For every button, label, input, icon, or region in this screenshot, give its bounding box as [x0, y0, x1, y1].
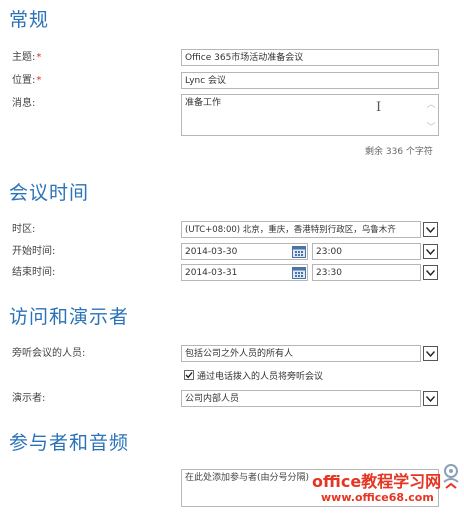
- checkmark-icon: [185, 372, 193, 379]
- character-counter: 剩余 336 个字符: [365, 147, 433, 157]
- chevron-down-icon: [426, 350, 435, 357]
- message-label: 消息:: [12, 98, 36, 109]
- watermark-title: office教程学习网: [312, 472, 442, 491]
- location-label: 位置:*: [12, 75, 42, 86]
- presenters-select[interactable]: 公司内部人员: [181, 390, 421, 407]
- section-heading-general: 常规: [9, 9, 50, 31]
- chevron-down-icon: [426, 248, 435, 255]
- end-date-input[interactable]: 2014-03-31: [181, 264, 308, 281]
- message-textarea[interactable]: 准备工作: [181, 94, 439, 136]
- end-time-dropdown-button[interactable]: [423, 265, 438, 280]
- start-time-dropdown-button[interactable]: [423, 244, 438, 259]
- calendar-icon[interactable]: [292, 246, 306, 258]
- timezone-dropdown-button[interactable]: [423, 222, 438, 237]
- chevron-down-icon: [426, 226, 435, 233]
- location-input[interactable]: Lync 会议: [181, 72, 439, 89]
- section-heading-meeting-time: 会议时间: [9, 182, 90, 204]
- end-time-label: 结束时间:: [12, 267, 56, 278]
- presenters-label: 演示者:: [12, 393, 46, 404]
- watermark-logo-icon: [443, 464, 459, 489]
- attendees-dropdown-button[interactable]: [423, 346, 438, 361]
- attendees-select[interactable]: 包括公司之外人员的所有人: [181, 345, 421, 362]
- chevron-down-icon: [426, 269, 435, 276]
- end-time-input[interactable]: 23:30: [312, 264, 421, 281]
- start-time-label: 开始时间:: [12, 246, 56, 257]
- chevron-down-icon: [426, 395, 435, 402]
- presenters-dropdown-button[interactable]: [423, 391, 438, 406]
- watermark-url: www.office68.com: [321, 491, 434, 504]
- phone-dial-in-checkbox[interactable]: [184, 370, 194, 380]
- subject-input[interactable]: Office 365市场活动准备会议: [181, 49, 439, 66]
- scroll-up-icon[interactable]: ︿: [425, 97, 437, 110]
- timezone-select[interactable]: (UTC+08:00) 北京，重庆，香港特别行政区，乌鲁木齐: [181, 221, 421, 238]
- required-marker: *: [36, 75, 42, 86]
- phone-dial-in-label: 通过电话拨入的人员将旁听会议: [197, 372, 324, 382]
- calendar-icon[interactable]: [292, 267, 306, 279]
- required-marker: *: [36, 52, 42, 63]
- timezone-label: 时区:: [12, 224, 36, 235]
- start-date-input[interactable]: 2014-03-30: [181, 243, 308, 260]
- scroll-down-icon[interactable]: ﹀: [425, 120, 437, 133]
- section-heading-participants-audio: 参与者和音频: [9, 432, 130, 454]
- attendees-label: 旁听会议的人员:: [12, 348, 86, 359]
- subject-label: 主题:*: [12, 52, 42, 63]
- text-cursor-icon: I: [376, 100, 382, 115]
- start-time-input[interactable]: 23:00: [312, 243, 421, 260]
- section-heading-access-presenters: 访问和演示者: [9, 306, 130, 328]
